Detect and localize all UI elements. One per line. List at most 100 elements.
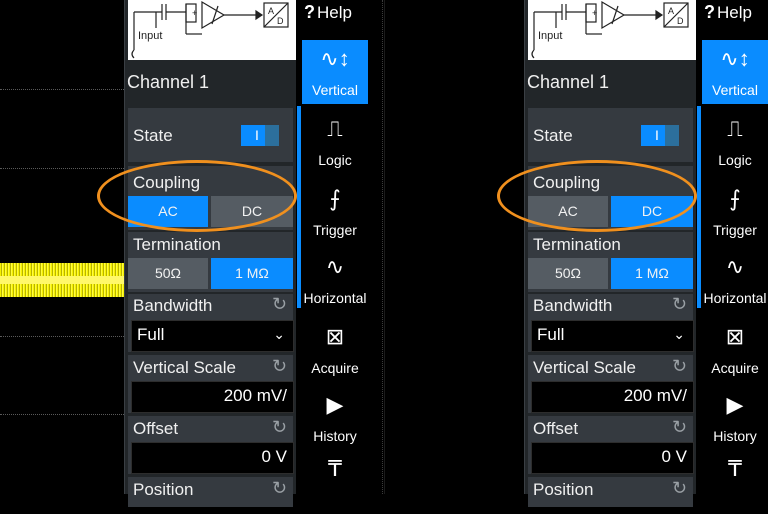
offset-row: Offset ↻ 0 V — [528, 416, 694, 474]
offset-row: Offset ↻ 0 V — [128, 416, 294, 474]
help-button[interactable]: ? Help — [304, 2, 352, 23]
tab-more[interactable]: ₸ — [702, 450, 768, 514]
svg-text:A: A — [668, 6, 674, 16]
svg-text:D: D — [277, 16, 284, 26]
termination-label: Termination — [533, 235, 621, 254]
scrollbar[interactable] — [297, 106, 301, 308]
bandwidth-row: Bandwidth ↻ Full ⌄ — [128, 294, 294, 352]
state-toggle[interactable]: I — [241, 125, 279, 146]
reset-icon[interactable]: ↻ — [672, 294, 687, 315]
channel-settings-panel: + A D Input Channel 1 State I Coupling A… — [497, 0, 768, 507]
vertical-scale-row: Vertical Scale ↻ 200 mV/ — [128, 355, 294, 413]
state-row: State I — [128, 108, 293, 162]
tab-history[interactable]: ▶ History — [302, 386, 368, 450]
tab-logic[interactable]: ⎍ Logic — [302, 110, 368, 174]
play-icon: ▶ — [726, 392, 744, 417]
reset-icon[interactable]: ↻ — [272, 356, 287, 377]
vertical-scale-input[interactable]: 200 mV/ — [131, 381, 294, 413]
termination-1mohm-button[interactable]: 1 MΩ — [211, 258, 293, 289]
tab-acquire[interactable]: ⊠ Acquire — [702, 318, 768, 382]
tab-more[interactable]: ₸ — [302, 450, 368, 514]
vertical-scale-label: Vertical Scale — [133, 358, 236, 377]
help-button[interactable]: ? Help — [704, 2, 752, 23]
reset-icon[interactable]: ↻ — [272, 478, 287, 499]
channel-title: Channel 1 — [527, 72, 610, 92]
termination-50ohm-button[interactable]: 50Ω — [128, 258, 208, 289]
offset-value: 0 V — [261, 447, 287, 466]
position-label: Position — [533, 480, 594, 499]
reset-icon[interactable]: ↻ — [672, 478, 687, 499]
termination-1mohm-button[interactable]: 1 MΩ — [611, 258, 693, 289]
tab-horizontal[interactable]: ∿ Horizontal — [702, 248, 768, 312]
channel-schematic: + A D Input — [528, 0, 696, 60]
help-icon: ? — [704, 2, 715, 22]
offset-value: 0 V — [661, 447, 687, 466]
sidebar: ∿↕ Vertical ⎍ Logic ⨍ Trigger ∿ Horizont… — [697, 0, 768, 494]
tab-logic[interactable]: ⎍ Logic — [702, 110, 768, 174]
tab-horizontal[interactable]: ∿ Horizontal — [302, 248, 368, 312]
offset-input[interactable]: 0 V — [531, 442, 694, 474]
tab-history[interactable]: ▶ History — [702, 386, 768, 450]
tab-acquire[interactable]: ⊠ Acquire — [302, 318, 368, 382]
acquire-icon: ⊠ — [725, 324, 745, 349]
trigger-icon: ⨍ — [729, 186, 741, 211]
bandwidth-label: Bandwidth — [133, 296, 213, 315]
vertical-scale-icon: ∿↕ — [320, 46, 350, 71]
settings-column: + A D Input Channel 1 State I Coupling A… — [97, 0, 297, 507]
offset-input[interactable]: 0 V — [131, 442, 294, 474]
bandwidth-row: Bandwidth ↻ Full ⌄ — [528, 294, 694, 352]
help-icon: ? — [304, 2, 315, 22]
probe-icon: ₸ — [728, 456, 742, 481]
termination-label: Termination — [133, 235, 221, 254]
waveform-display-middle[interactable] — [368, 0, 525, 494]
vertical-scale-input[interactable]: 200 mV/ — [531, 381, 694, 413]
reset-icon[interactable]: ↻ — [272, 417, 287, 438]
probe-icon: ₸ — [328, 456, 342, 481]
tab-vertical[interactable]: ∿↕ Vertical — [702, 40, 768, 104]
horizontal-icon: ∿ — [325, 254, 345, 279]
schematic-input-label: Input — [538, 30, 562, 42]
chevron-down-icon: ⌄ — [673, 326, 685, 342]
highlight-ring — [497, 160, 697, 232]
svg-text:A: A — [268, 6, 274, 16]
play-icon: ▶ — [326, 392, 344, 417]
termination-row: Termination 50Ω 1 MΩ — [128, 232, 293, 292]
toggle-on-glyph: I — [655, 127, 659, 143]
chevron-down-icon: ⌄ — [273, 326, 285, 342]
tab-trigger[interactable]: ⨍ Trigger — [702, 180, 768, 244]
reset-icon[interactable]: ↻ — [272, 294, 287, 315]
state-row: State I — [528, 108, 693, 162]
position-row: Position ↻ — [528, 477, 693, 507]
offset-label: Offset — [533, 419, 579, 438]
state-toggle[interactable]: I — [641, 125, 679, 146]
schematic-input-label: Input — [138, 30, 162, 42]
channel-title: Channel 1 — [127, 72, 210, 92]
acquire-icon: ⊠ — [325, 324, 345, 349]
termination-row: Termination 50Ω 1 MΩ — [528, 232, 693, 292]
help-label: Help — [717, 3, 752, 22]
offset-label: Offset — [133, 419, 179, 438]
sidebar: ∿↕ Vertical ⎍ Logic ⨍ Trigger ∿ Horizont… — [297, 0, 368, 494]
channel-settings-panel: + A D Input Channel 1 State I Coupling A… — [97, 0, 368, 507]
settings-column: + A D Input Channel 1 State I Coupling A… — [497, 0, 697, 507]
vertical-scale-icon: ∿↕ — [720, 46, 750, 71]
trigger-icon: ⨍ — [329, 186, 341, 211]
tab-vertical[interactable]: ∿↕ Vertical — [302, 40, 368, 104]
termination-50ohm-button[interactable]: 50Ω — [528, 258, 608, 289]
bandwidth-select[interactable]: Full ⌄ — [131, 320, 294, 352]
bandwidth-value: Full — [137, 325, 165, 344]
scrollbar[interactable] — [697, 106, 701, 308]
vertical-scale-row: Vertical Scale ↻ 200 mV/ — [528, 355, 694, 413]
reset-icon[interactable]: ↻ — [672, 356, 687, 377]
reset-icon[interactable]: ↻ — [672, 417, 687, 438]
svg-text:+: + — [592, 8, 597, 18]
vertical-scale-value: 200 mV/ — [623, 386, 687, 405]
logic-icon: ⎍ — [327, 116, 343, 141]
tab-trigger[interactable]: ⨍ Trigger — [302, 180, 368, 244]
waveform-display-left[interactable] — [0, 0, 124, 494]
bandwidth-select[interactable]: Full ⌄ — [531, 320, 694, 352]
toggle-on-glyph: I — [255, 127, 259, 143]
highlight-ring — [97, 160, 297, 232]
logic-icon: ⎍ — [727, 116, 743, 141]
state-label: State — [133, 126, 173, 145]
